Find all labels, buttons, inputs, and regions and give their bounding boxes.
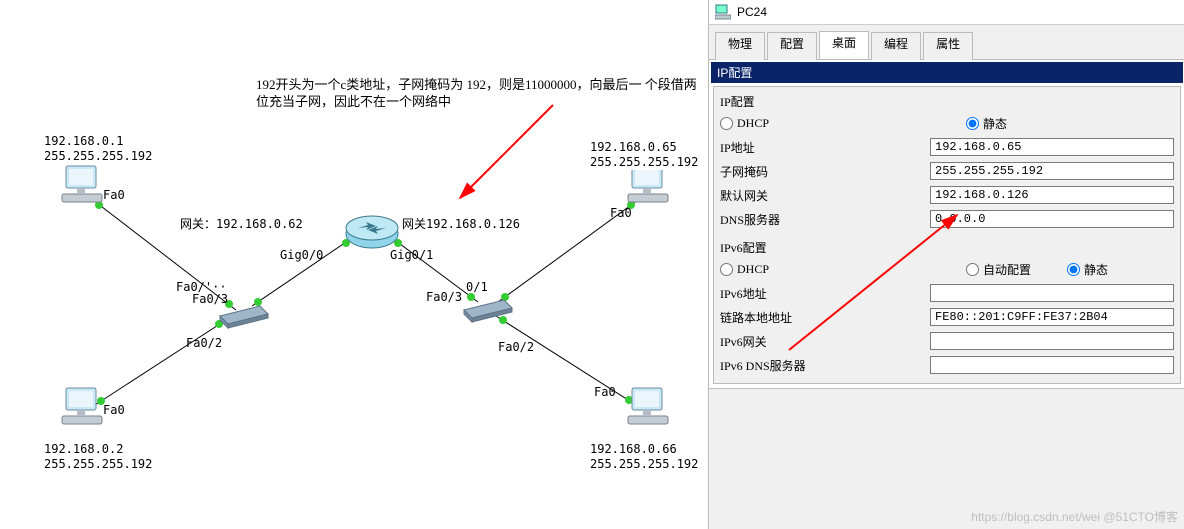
panel-arrow bbox=[709, 0, 1184, 529]
watermark: https://blog.csdn.net/wei @51CTO博客 bbox=[971, 508, 1178, 525]
port-pc-tl: Fa0 bbox=[103, 188, 125, 203]
pc-br-icon bbox=[626, 386, 674, 433]
pc-br-ip: 192.168.0.66 255.255.255.192 bbox=[590, 442, 698, 472]
network-diagram: 192开头为一个c类地址，子网掩码为 192，则是11000000，向最后一 个… bbox=[0, 0, 708, 529]
port-swr-up: Fa0/3 bbox=[426, 290, 462, 305]
port-swl-up2: Fa0/3 bbox=[192, 292, 228, 307]
port-swr-up2: 0/1 bbox=[466, 280, 488, 295]
port-rtr-left: Gig0/0 bbox=[280, 248, 323, 263]
port-pc-tr: Fa0 bbox=[610, 206, 632, 221]
pc-tl-ip: 192.168.0.1 255.255.255.192 bbox=[44, 134, 152, 164]
port-pc-bl: Fa0 bbox=[103, 403, 125, 418]
gateway-right: 网关192.168.0.126 bbox=[400, 216, 522, 233]
pc-tl-icon bbox=[60, 164, 108, 211]
gateway-left: 网关：192.168.0.62 bbox=[178, 216, 305, 233]
port-swr-down: Fa0/2 bbox=[498, 340, 534, 355]
port-swl-down: Fa0/2 bbox=[186, 336, 222, 351]
pc-tr-ip: 192.168.0.65 255.255.255.192 bbox=[590, 140, 698, 170]
switch-right-icon bbox=[460, 292, 516, 329]
pc-bl-ip: 192.168.0.2 255.255.255.192 bbox=[44, 442, 152, 472]
config-window: PC24 物理 配置 桌面 编程 属性 IP配置 IP配置 DHCP 静态 IP… bbox=[708, 0, 1184, 529]
port-rtr-right: Gig0/1 bbox=[390, 248, 433, 263]
pc-bl-icon bbox=[60, 386, 108, 433]
port-pc-br: Fa0 bbox=[594, 385, 616, 400]
pc-tr-icon bbox=[626, 164, 674, 211]
